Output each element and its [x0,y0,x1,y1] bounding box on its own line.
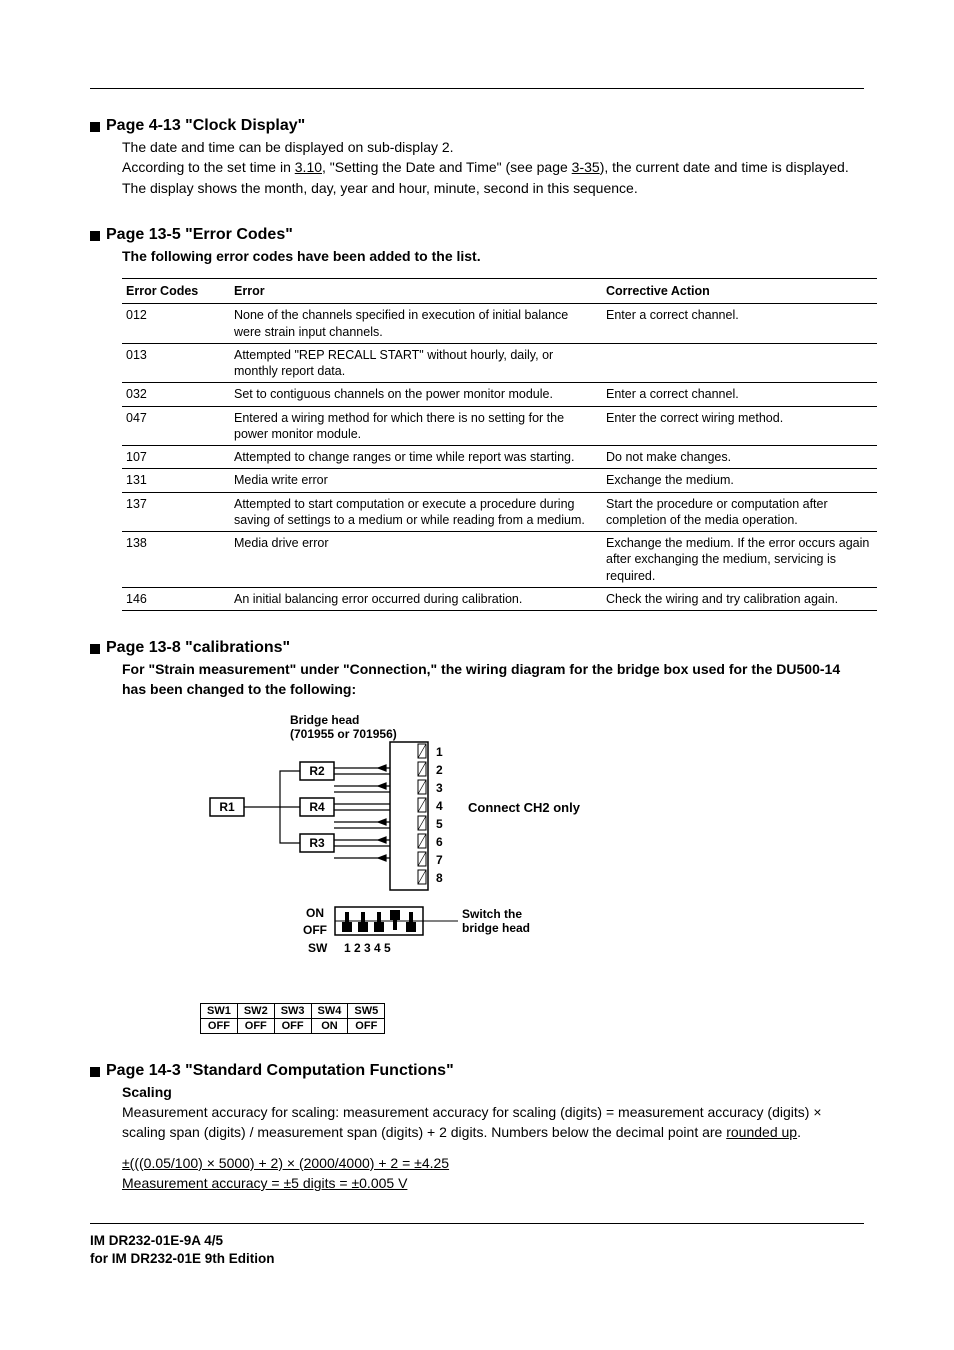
cell-error: Media write error [230,469,602,492]
svg-text:Bridge head: Bridge head [290,713,359,727]
svg-text:(701955 or 701956): (701955 or 701956) [290,727,397,741]
table-row: OFF OFF OFF ON OFF [201,1018,385,1033]
cell-code: 012 [122,304,230,344]
svg-text:R1: R1 [219,800,235,814]
svg-text:8: 8 [436,871,443,885]
svg-text:OFF: OFF [303,923,327,937]
section-clock-display: Page 4-13 "Clock Display" [90,117,864,135]
table-row: 012None of the channels specified in exe… [122,304,877,344]
table-row: 047Entered a wiring method for which the… [122,406,877,446]
subheading: For "Strain measurement" under "Connecti… [122,661,840,697]
table-row: 138Media drive errorExchange the medium.… [122,532,877,588]
paragraph: The date and time can be displayed on su… [122,137,864,157]
cell-action [602,343,877,383]
cell-code: 107 [122,446,230,469]
cell-error: Media drive error [230,532,602,588]
col-header: Error Codes [122,279,230,304]
table-header-row: Error Codes Error Corrective Action [122,279,877,304]
subheading: The following error codes have been adde… [122,248,481,264]
footer-line: IM DR232-01E-9A 4/5 [90,1232,864,1250]
subheading: Scaling [122,1082,864,1102]
cell-code: 032 [122,383,230,406]
section-title: Page 14-3 "Standard Computation Function… [106,1062,454,1080]
bullet-icon [90,1067,100,1077]
svg-text:4: 4 [436,799,443,813]
cell-action: Start the procedure or computation after… [602,492,877,532]
link-ref: 3.10 [295,159,322,175]
svg-text:bridge head: bridge head [462,921,530,935]
col-header: Corrective Action [602,279,877,304]
cell-action: Enter the correct wiring method. [602,406,877,446]
bullet-icon [90,231,100,241]
equation: Measurement accuracy = ±5 digits = ±0.00… [122,1175,407,1191]
cell-code: 138 [122,532,230,588]
bullet-icon [90,644,100,654]
cell-code: 013 [122,343,230,383]
cell-action: Do not make changes. [602,446,877,469]
section-calibrations: Page 13-8 "calibrations" [90,639,864,657]
link-ref: 3-35 [572,159,600,175]
table-row: 107Attempted to change ranges or time wh… [122,446,877,469]
cell-action: Enter a correct channel. [602,383,877,406]
cell-error: Attempted to change ranges or time while… [230,446,602,469]
svg-text:Connect CH2 only: Connect CH2 only [468,800,581,815]
table-row: 032Set to contiguous channels on the pow… [122,383,877,406]
svg-text:5: 5 [436,817,443,831]
paragraph: The display shows the month, day, year a… [122,178,864,198]
cell-error: Entered a wiring method for which there … [230,406,602,446]
diagram-svg: Bridge head (701955 or 701956) [200,712,670,992]
cell-code: 137 [122,492,230,532]
section-title: Page 13-8 "calibrations" [106,639,290,657]
section-title: Page 4-13 "Clock Display" [106,117,305,135]
svg-text:1: 1 [436,745,443,759]
paragraph: Measurement accuracy for scaling: measur… [122,1102,864,1143]
table-row: SW1 SW2 SW3 SW4 SW5 [201,1003,385,1018]
svg-text:R4: R4 [309,800,325,814]
svg-text:SW: SW [308,941,328,955]
cell-code: 047 [122,406,230,446]
col-header: Error [230,279,602,304]
table-row: 146An initial balancing error occurred d… [122,587,877,610]
svg-text:ON: ON [306,906,324,920]
cell-code: 146 [122,587,230,610]
cell-code: 131 [122,469,230,492]
cell-action: Enter a correct channel. [602,304,877,344]
table-row: 137Attempted to start computation or exe… [122,492,877,532]
cell-error: Attempted "REP RECALL START" without hou… [230,343,602,383]
svg-text:1 2 3 4 5: 1 2 3 4 5 [344,941,391,955]
footer-line: for IM DR232-01E 9th Edition [90,1250,864,1268]
cell-error: Attempted to start computation or execut… [230,492,602,532]
table-row: 131Media write errorExchange the medium. [122,469,877,492]
paragraph: According to the set time in 3.10, "Sett… [122,157,864,177]
cell-error: An initial balancing error occurred duri… [230,587,602,610]
svg-text:R2: R2 [309,764,325,778]
svg-text:2: 2 [436,763,443,777]
svg-text:3: 3 [436,781,443,795]
cell-action: Exchange the medium. If the error occurs… [602,532,877,588]
section-error-codes: Page 13-5 "Error Codes" [90,226,864,244]
cell-error: Set to contiguous channels on the power … [230,383,602,406]
bullet-icon [90,122,100,132]
svg-text:Switch the: Switch the [462,907,522,921]
svg-text:R3: R3 [309,836,325,850]
cell-action: Check the wiring and try calibration aga… [602,587,877,610]
svg-text:7: 7 [436,853,443,867]
section-std-computation: Page 14-3 "Standard Computation Function… [90,1062,864,1080]
section-title: Page 13-5 "Error Codes" [106,226,293,244]
equation: ±(((0.05/100) × 5000) + 2) × (2000/4000)… [122,1155,449,1171]
error-codes-table: Error Codes Error Corrective Action 012N… [122,278,877,611]
cell-action: Exchange the medium. [602,469,877,492]
wiring-diagram: Bridge head (701955 or 701956) [200,712,864,1034]
switch-settings-table: SW1 SW2 SW3 SW4 SW5 OFF OFF OFF ON OFF [200,1003,385,1034]
svg-text:6: 6 [436,835,443,849]
cell-error: None of the channels specified in execut… [230,304,602,344]
table-row: 013Attempted "REP RECALL START" without … [122,343,877,383]
